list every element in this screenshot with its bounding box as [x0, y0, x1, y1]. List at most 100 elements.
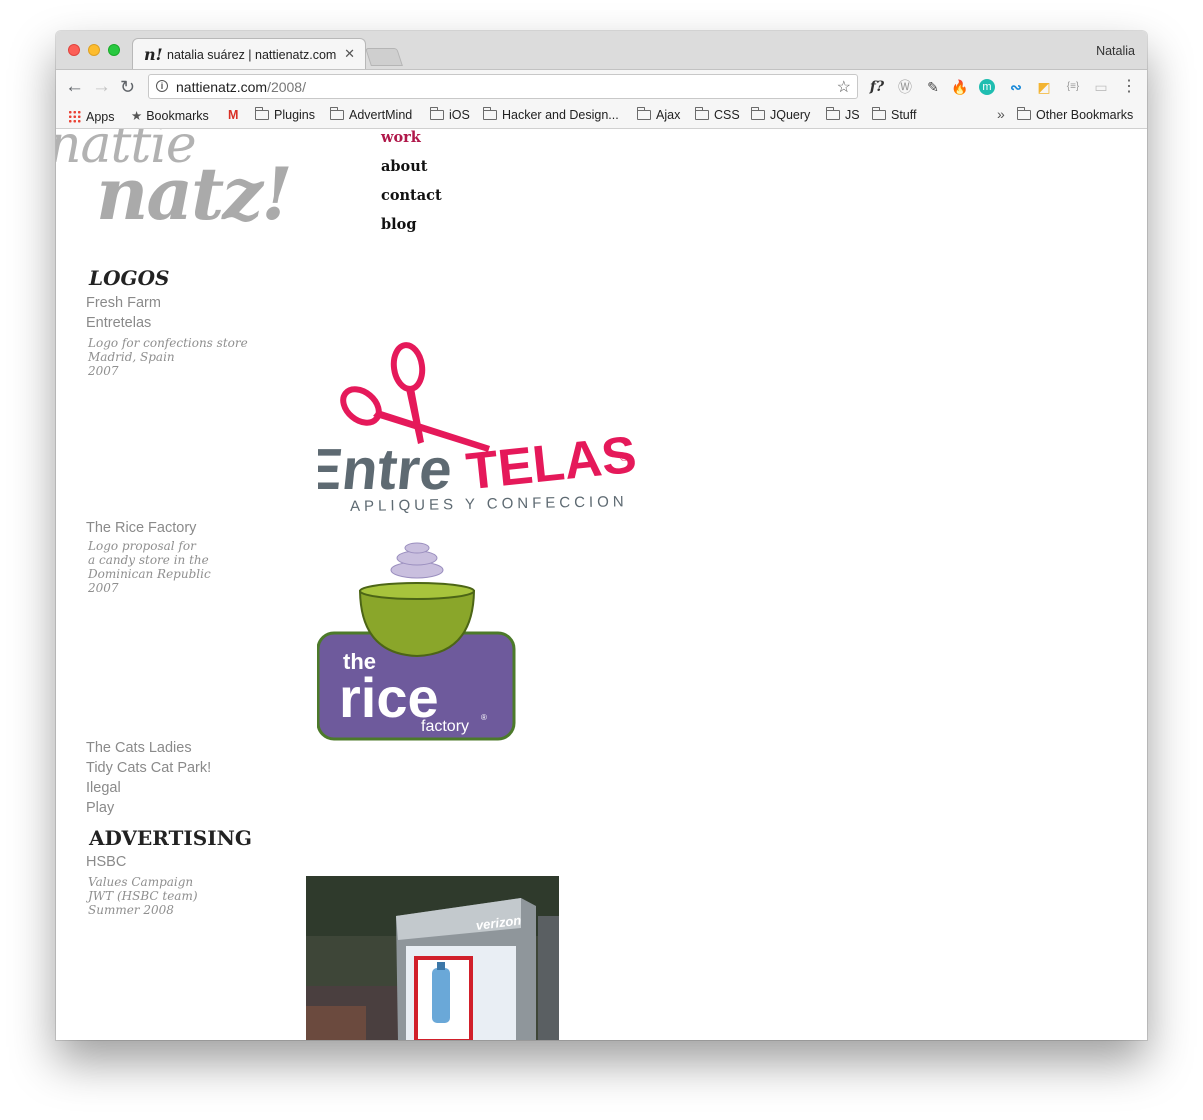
- bookmark-folder-jquery[interactable]: JQuery: [750, 107, 811, 122]
- bookmark-folder-other[interactable]: Other Bookmarks: [1016, 107, 1134, 122]
- scissor-blade-1: [406, 388, 424, 444]
- site-favicon-icon: n!: [144, 45, 163, 64]
- back-arrow-icon[interactable]: ←: [65, 77, 84, 97]
- profile-name[interactable]: Natalia: [1096, 44, 1135, 58]
- nav-blog[interactable]: blog: [381, 216, 416, 233]
- folder-icon: [1016, 107, 1031, 120]
- bookmark-label: JS: [845, 108, 860, 122]
- m-extension-icon[interactable]: m: [979, 79, 995, 95]
- close-window-button[interactable]: [68, 44, 80, 56]
- eyedropper-icon[interactable]: ✎: [924, 79, 942, 95]
- bookmark-apps[interactable]: Apps: [68, 108, 115, 124]
- bookmark-bookmarks[interactable]: ★ Bookmarks: [131, 108, 209, 123]
- whatfont-icon[interactable]: f?: [868, 79, 886, 95]
- bookmark-folder-advertmind[interactable]: AdvertMind: [329, 107, 413, 122]
- bookmark-label: AdvertMind: [349, 108, 413, 122]
- info-icon[interactable]: i: [156, 80, 168, 92]
- minimize-window-button[interactable]: [88, 44, 100, 56]
- hsbc-campaign-photo: verizon: [306, 876, 559, 1040]
- desc-line: Logo for confections store: [88, 336, 248, 350]
- browser-tab[interactable]: n! natalia suárez | nattienatz.com ✕: [132, 38, 366, 69]
- bookmark-folder-ios[interactable]: iOS: [429, 107, 470, 122]
- steam-swirl-icon: [390, 542, 444, 579]
- bookmark-label: CSS: [714, 108, 740, 122]
- browser-toolbar: ← → ↻ i nattienatz.com/2008/ ☆ f? Ⓦ ✎ 🔥 …: [56, 70, 1147, 104]
- desc-line: Logo proposal for: [88, 539, 196, 553]
- folder-icon: [871, 107, 886, 120]
- item-play[interactable]: Play: [86, 800, 114, 816]
- bookmark-label: Apps: [86, 110, 115, 124]
- rice-description: Logo proposal for a candy store in the D…: [88, 539, 211, 595]
- forward-arrow-icon[interactable]: →: [92, 77, 111, 97]
- menu-icon[interactable]: ⋮: [1120, 79, 1138, 95]
- tab-title: natalia suárez | nattienatz.com: [167, 48, 337, 62]
- star-icon: ★: [131, 109, 143, 123]
- folder-icon: [825, 107, 840, 120]
- registered-mark: ®: [620, 452, 628, 464]
- folder-icon: [694, 107, 709, 120]
- bookmarks-overflow-icon[interactable]: »: [997, 106, 1005, 122]
- wave-icon[interactable]: ∾: [1007, 79, 1025, 95]
- item-rice-factory[interactable]: The Rice Factory: [86, 520, 196, 536]
- rice-factory-text: factory: [421, 718, 469, 735]
- desc-line: Summer 2008: [88, 903, 174, 917]
- apps-grid-icon: [68, 110, 81, 123]
- bookmark-folder-css[interactable]: CSS: [694, 107, 740, 122]
- url-text[interactable]: nattienatz.com/2008/: [176, 79, 306, 95]
- entretelas-logo-image: Entre TELAS ® APLIQUES Y CONFECCION: [318, 342, 638, 515]
- bookmark-label: Other Bookmarks: [1036, 108, 1134, 122]
- nav-contact[interactable]: contact: [381, 187, 442, 204]
- bookmark-label: Plugins: [274, 108, 315, 122]
- desc-line: JWT (HSBC team): [88, 889, 198, 903]
- item-fresh-farm[interactable]: Fresh Farm: [86, 295, 161, 311]
- folder-icon: [254, 107, 269, 120]
- new-tab-button[interactable]: [365, 48, 403, 66]
- desc-line: 2007: [88, 581, 119, 595]
- zoom-window-button[interactable]: [108, 44, 120, 56]
- address-bar[interactable]: i nattienatz.com/2008/ ☆: [148, 74, 858, 99]
- logos-heading: LOGOS: [89, 266, 170, 290]
- bookmark-folder-ajax[interactable]: Ajax: [636, 107, 680, 122]
- bookmarks-bar: Apps ★ Bookmarks M Plugins AdvertMind iOS…: [56, 104, 1147, 129]
- entretelas-description: Logo for confections store Madrid, Spain…: [88, 336, 248, 378]
- url-host: nattienatz.com: [176, 79, 268, 95]
- desc-line: 2007: [88, 364, 119, 378]
- bookmark-label: Bookmarks: [146, 109, 209, 123]
- bookmark-folder-plugins[interactable]: Plugins: [254, 107, 315, 122]
- nav-work[interactable]: work: [381, 129, 421, 146]
- browser-window: n! natalia suárez | nattienatz.com ✕ Nat…: [56, 31, 1147, 1040]
- folder-icon: [636, 107, 651, 120]
- bowl-rim: [359, 582, 475, 600]
- item-entretelas[interactable]: Entretelas: [86, 315, 151, 331]
- highlighter-icon[interactable]: ◩: [1035, 79, 1053, 95]
- folder-icon: [750, 107, 765, 120]
- bookmark-folder-stuff[interactable]: Stuff: [871, 107, 917, 122]
- rice-factory-logo-image: the rice factory ®: [317, 542, 516, 741]
- wordpress-icon[interactable]: Ⓦ: [896, 79, 914, 95]
- desc-line: a candy store in the: [88, 553, 209, 567]
- folder-icon: [429, 107, 444, 120]
- bookmark-label: Stuff: [891, 108, 917, 122]
- reload-icon[interactable]: ↻: [120, 77, 135, 97]
- item-tidy-cats[interactable]: Tidy Cats Cat Park!: [86, 760, 211, 776]
- tab-close-icon[interactable]: ✕: [344, 46, 355, 62]
- fire-icon[interactable]: 🔥: [951, 79, 969, 95]
- url-path: /2008/: [267, 79, 306, 95]
- toggle-icon[interactable]: ▭: [1092, 79, 1110, 95]
- gmail-icon[interactable]: M: [228, 108, 238, 122]
- item-hsbc[interactable]: HSBC: [86, 854, 126, 870]
- hsbc-description: Values Campaign JWT (HSBC team) Summer 2…: [88, 875, 198, 917]
- item-ilegal[interactable]: Ilegal: [86, 780, 121, 796]
- item-cats-ladies[interactable]: The Cats Ladies: [86, 740, 192, 756]
- tab-strip: n! natalia suárez | nattienatz.com ✕ Nat…: [56, 31, 1147, 70]
- entretelas-word1: Entre: [318, 437, 455, 502]
- web-page: nattie natz! work about contact blog LOG…: [56, 129, 1147, 1040]
- nav-about[interactable]: about: [381, 158, 427, 175]
- json-icon[interactable]: {≡}: [1062, 79, 1084, 95]
- bookmark-label: JQuery: [770, 108, 811, 122]
- bookmark-label: iOS: [449, 108, 470, 122]
- bookmark-label: Hacker and Design...: [502, 108, 619, 122]
- bookmark-star-icon[interactable]: ☆: [837, 77, 851, 97]
- bookmark-folder-js[interactable]: JS: [825, 107, 860, 122]
- bookmark-folder-hacker-design[interactable]: Hacker and Design...: [482, 107, 619, 122]
